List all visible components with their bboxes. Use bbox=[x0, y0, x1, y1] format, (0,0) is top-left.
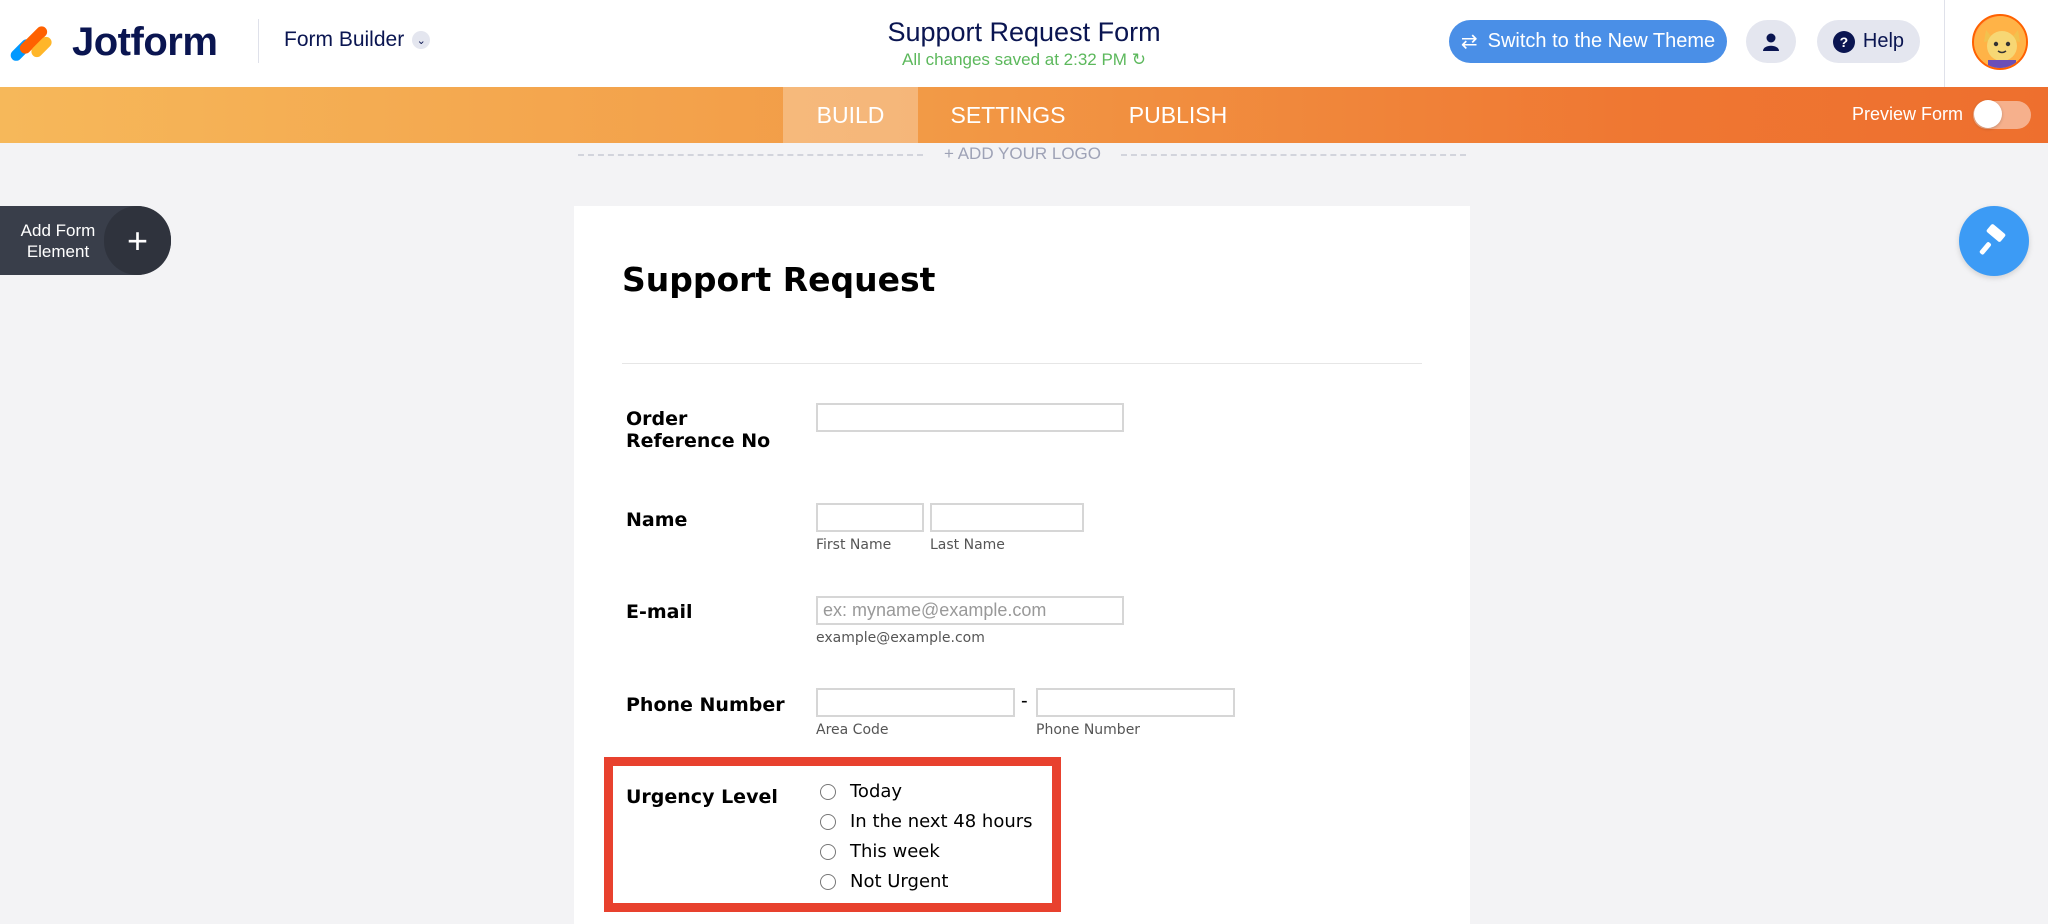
switch-theme-button[interactable]: ⇄ Switch to the New Theme bbox=[1449, 20, 1727, 63]
first-name-input[interactable] bbox=[816, 503, 924, 532]
switch-theme-label: Switch to the New Theme bbox=[1487, 30, 1716, 52]
phone-number-sublabel: Phone Number bbox=[1036, 722, 1141, 738]
option-label: This week bbox=[850, 841, 940, 862]
last-name-sublabel: Last Name bbox=[930, 537, 1005, 553]
add-form-element-button[interactable]: Add Form Element + bbox=[0, 206, 171, 275]
option-label: In the next 48 hours bbox=[850, 811, 1033, 832]
phone-number-input[interactable] bbox=[1036, 688, 1235, 717]
add-logo-button[interactable]: + ADD YOUR LOGO bbox=[940, 144, 1105, 164]
swap-icon: ⇄ bbox=[1460, 31, 1478, 53]
order-reference-label: Order Reference No bbox=[626, 408, 771, 452]
question-icon: ? bbox=[1832, 30, 1855, 53]
avatar[interactable] bbox=[1972, 14, 2028, 70]
tab-settings[interactable]: SETTINGS bbox=[918, 87, 1098, 143]
builder-nav-bar: BUILD SETTINGS PUBLISH Preview Form bbox=[0, 87, 2048, 143]
form-designer-button[interactable] bbox=[1959, 206, 2029, 276]
form-builder-label: Form Builder bbox=[284, 28, 405, 51]
save-status-text: All changes saved at 2:32 PM bbox=[902, 50, 1127, 69]
phone-label: Phone Number bbox=[626, 694, 785, 716]
radio-button[interactable] bbox=[820, 873, 836, 890]
urgency-option-this-week[interactable]: This week bbox=[820, 841, 940, 862]
tab-build[interactable]: BUILD bbox=[783, 87, 918, 143]
paint-roller-icon bbox=[1979, 224, 2006, 255]
header-divider-right bbox=[1944, 0, 1945, 87]
form-builder-menu[interactable]: Form Builder ⌄ bbox=[284, 28, 431, 52]
order-reference-input[interactable] bbox=[816, 403, 1124, 432]
area-code-input[interactable] bbox=[816, 688, 1015, 717]
logo-divider-left bbox=[578, 154, 923, 156]
email-label: E-mail bbox=[626, 601, 693, 623]
preview-form-label: Preview Form bbox=[1852, 104, 1964, 124]
save-status: All changes saved at 2:32 PM ↻ bbox=[0, 50, 2048, 70]
form-heading[interactable]: Support Request bbox=[622, 260, 935, 299]
phone-separator: - bbox=[1021, 690, 1028, 712]
radio-button[interactable] bbox=[820, 813, 836, 830]
refresh-icon: ↻ bbox=[1131, 50, 1146, 69]
heading-divider bbox=[622, 363, 1422, 364]
name-label: Name bbox=[626, 509, 688, 531]
option-label: Today bbox=[850, 781, 903, 802]
option-label: Not Urgent bbox=[850, 871, 949, 892]
help-button[interactable]: ? Help bbox=[1817, 20, 1920, 63]
jotform-logo-icon bbox=[8, 21, 54, 65]
urgency-option-not-urgent[interactable]: Not Urgent bbox=[820, 871, 948, 892]
radio-button[interactable] bbox=[820, 843, 836, 860]
chevron-down-icon: ⌄ bbox=[412, 31, 431, 49]
user-icon bbox=[1763, 33, 1779, 51]
top-header: Jotform Form Builder ⌄ Support Request F… bbox=[0, 0, 2048, 87]
plus-icon: + bbox=[104, 206, 171, 275]
area-code-sublabel: Area Code bbox=[816, 722, 889, 738]
form-card: Support Request Order Reference No Name … bbox=[574, 206, 1470, 924]
add-form-element-label: Add Form Element bbox=[20, 221, 96, 261]
avatar-icon bbox=[1974, 16, 2026, 68]
preview-form-toggle[interactable] bbox=[1973, 100, 2031, 129]
email-input[interactable]: ex: myname@example.com bbox=[816, 596, 1124, 625]
urgency-label: Urgency Level bbox=[626, 786, 778, 808]
urgency-option-today[interactable]: Today bbox=[820, 781, 902, 802]
email-sublabel: example@example.com bbox=[816, 630, 985, 646]
logo-divider-right bbox=[1121, 154, 1466, 156]
header-divider bbox=[258, 19, 259, 63]
account-button[interactable] bbox=[1746, 20, 1796, 63]
help-label: Help bbox=[1862, 30, 1905, 52]
jotform-logo[interactable]: Jotform bbox=[8, 20, 218, 65]
first-name-sublabel: First Name bbox=[816, 537, 892, 553]
tab-publish[interactable]: PUBLISH bbox=[1098, 87, 1258, 143]
toggle-knob bbox=[1974, 100, 2002, 128]
last-name-input[interactable] bbox=[930, 503, 1084, 532]
logo-text: Jotform bbox=[72, 20, 218, 64]
radio-button[interactable] bbox=[820, 783, 836, 800]
urgency-option-48-hours[interactable]: In the next 48 hours bbox=[820, 811, 1033, 832]
